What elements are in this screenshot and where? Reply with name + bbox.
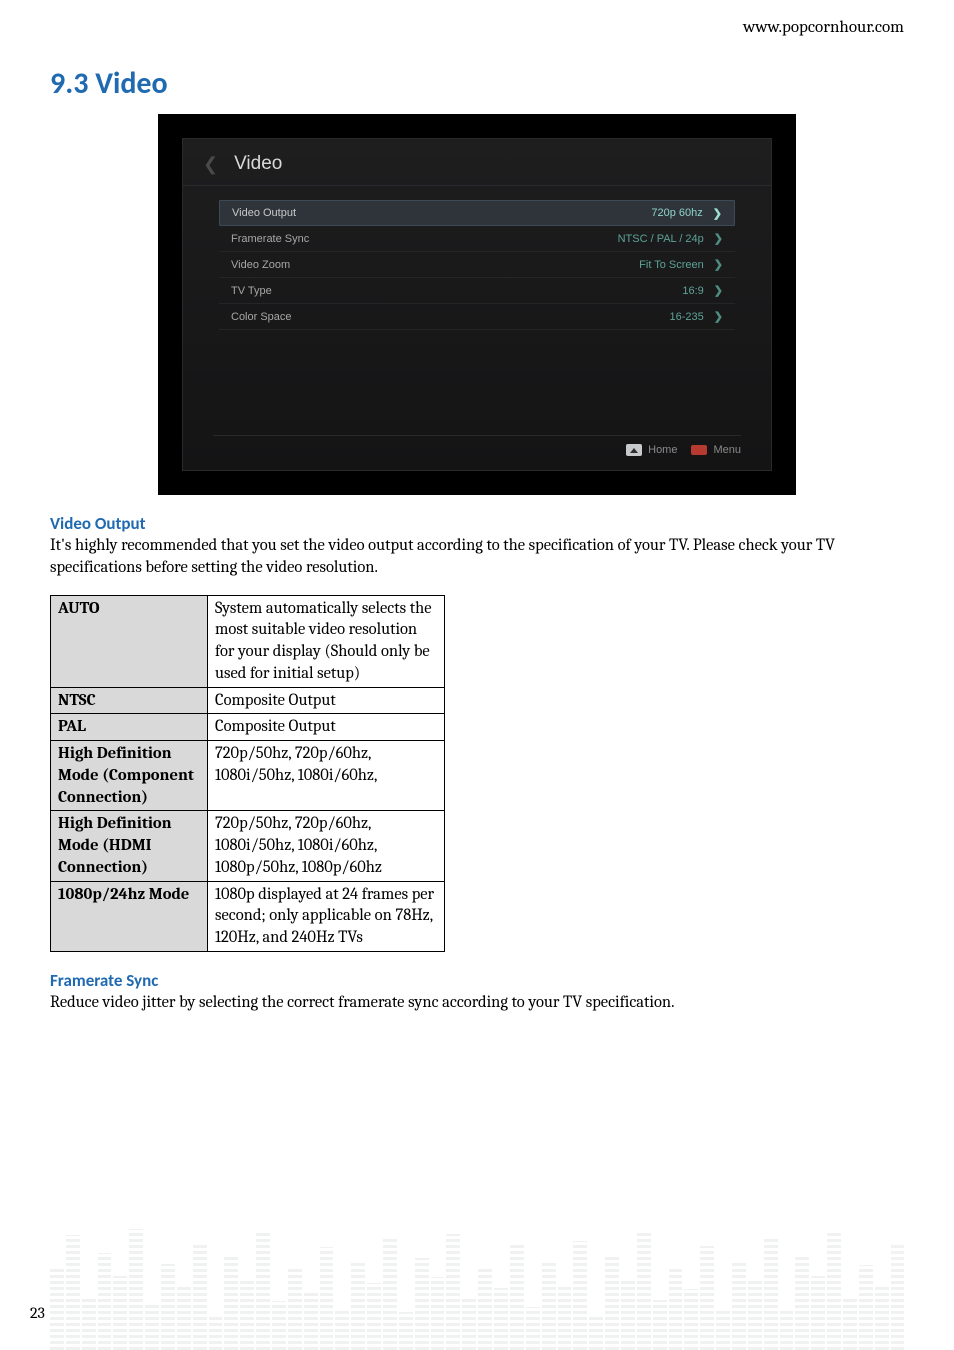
menu-row-framerate-sync[interactable]: Framerate Sync NTSC / PAL / 24p ❯	[219, 226, 735, 252]
table-row: High Definition Mode (Component Connecti…	[51, 741, 445, 811]
table-key: 1080p/24hz Mode	[51, 881, 208, 951]
menu-label: Color Space	[231, 311, 292, 323]
subheading-framerate-sync: Framerate Sync	[50, 970, 904, 991]
menu-value: 720p 60hz	[651, 207, 702, 219]
menu-value-wrap: 16:9 ❯	[682, 284, 723, 297]
menu-row-color-space[interactable]: Color Space 16-235 ❯	[219, 304, 735, 330]
table-val: System automatically selects the most su…	[208, 595, 445, 687]
para-video-output: It's highly recommended that you set the…	[50, 535, 904, 579]
menu-value-wrap: 720p 60hz ❯	[651, 207, 722, 220]
table-key: PAL	[51, 714, 208, 741]
chevron-right-icon: ❯	[714, 258, 723, 271]
settings-menu-list: Video Output 720p 60hz ❯ Framerate Sync …	[183, 186, 771, 330]
para-framerate-sync: Reduce video jitter by selecting the cor…	[50, 992, 904, 1014]
menu-row-tv-type[interactable]: TV Type 16:9 ❯	[219, 278, 735, 304]
table-key: High Definition Mode (Component Connecti…	[51, 741, 208, 811]
menu-row-video-output[interactable]: Video Output 720p 60hz ❯	[219, 200, 735, 226]
video-output-table: AUTO System automatically selects the mo…	[50, 595, 445, 952]
table-val: Composite Output	[208, 714, 445, 741]
table-row: PAL Composite Output	[51, 714, 445, 741]
table-val: 1080p displayed at 24 frames per second;…	[208, 881, 445, 951]
menu-value: NTSC / PAL / 24p	[618, 233, 704, 245]
table-val: Composite Output	[208, 687, 445, 714]
menu-label: TV Type	[231, 285, 272, 297]
device-screen-inner: ❮ Video Video Output 720p 60hz ❯ Framera…	[182, 138, 772, 471]
table-key: High Definition Mode (HDMI Connection)	[51, 811, 208, 881]
menu-label: Video Zoom	[231, 259, 290, 271]
table-val: 720p/50hz, 720p/60hz, 1080i/50hz, 1080i/…	[208, 741, 445, 811]
chevron-right-icon: ❯	[714, 310, 723, 323]
chevron-right-icon: ❯	[713, 207, 722, 220]
menu-value-wrap: 16-235 ❯	[670, 310, 723, 323]
section-title: 9.3 Video	[50, 65, 904, 102]
device-screenshot: ❮ Video Video Output 720p 60hz ❯ Framera…	[158, 114, 796, 495]
menu-value: 16-235	[670, 311, 704, 323]
footer-decor-icon	[50, 1215, 904, 1350]
menu-label: Video Output	[232, 207, 296, 219]
menu-row-video-zoom[interactable]: Video Zoom Fit To Screen ❯	[219, 252, 735, 278]
subheading-video-output: Video Output	[50, 513, 904, 534]
table-key: AUTO	[51, 595, 208, 687]
screen-header: ❮ Video	[183, 139, 771, 186]
table-key: NTSC	[51, 687, 208, 714]
footer-menu[interactable]: Menu	[691, 444, 741, 456]
menu-value: 16:9	[682, 285, 703, 297]
chevron-right-icon: ❯	[714, 284, 723, 297]
menu-value: Fit To Screen	[639, 259, 704, 271]
table-row: 1080p/24hz Mode 1080p displayed at 24 fr…	[51, 881, 445, 951]
back-icon[interactable]: ❮	[203, 154, 218, 175]
table-val: 720p/50hz, 720p/60hz, 1080i/50hz, 1080i/…	[208, 811, 445, 881]
page-header-url: www.popcornhour.com	[50, 18, 904, 37]
table-row: NTSC Composite Output	[51, 687, 445, 714]
screen-footer: Home Menu	[213, 435, 741, 456]
home-icon	[626, 444, 642, 456]
page-number: 23	[30, 1304, 45, 1322]
screen-title: Video	[234, 153, 282, 175]
footer-home[interactable]: Home	[626, 444, 677, 456]
device-screen-frame: ❮ Video Video Output 720p 60hz ❯ Framera…	[158, 114, 796, 495]
footer-menu-label: Menu	[713, 444, 741, 456]
menu-icon	[691, 445, 707, 455]
table-row: AUTO System automatically selects the mo…	[51, 595, 445, 687]
menu-value-wrap: NTSC / PAL / 24p ❯	[618, 232, 723, 245]
footer-home-label: Home	[648, 444, 677, 456]
menu-value-wrap: Fit To Screen ❯	[639, 258, 723, 271]
table-row: High Definition Mode (HDMI Connection) 7…	[51, 811, 445, 881]
menu-label: Framerate Sync	[231, 233, 309, 245]
chevron-right-icon: ❯	[714, 232, 723, 245]
